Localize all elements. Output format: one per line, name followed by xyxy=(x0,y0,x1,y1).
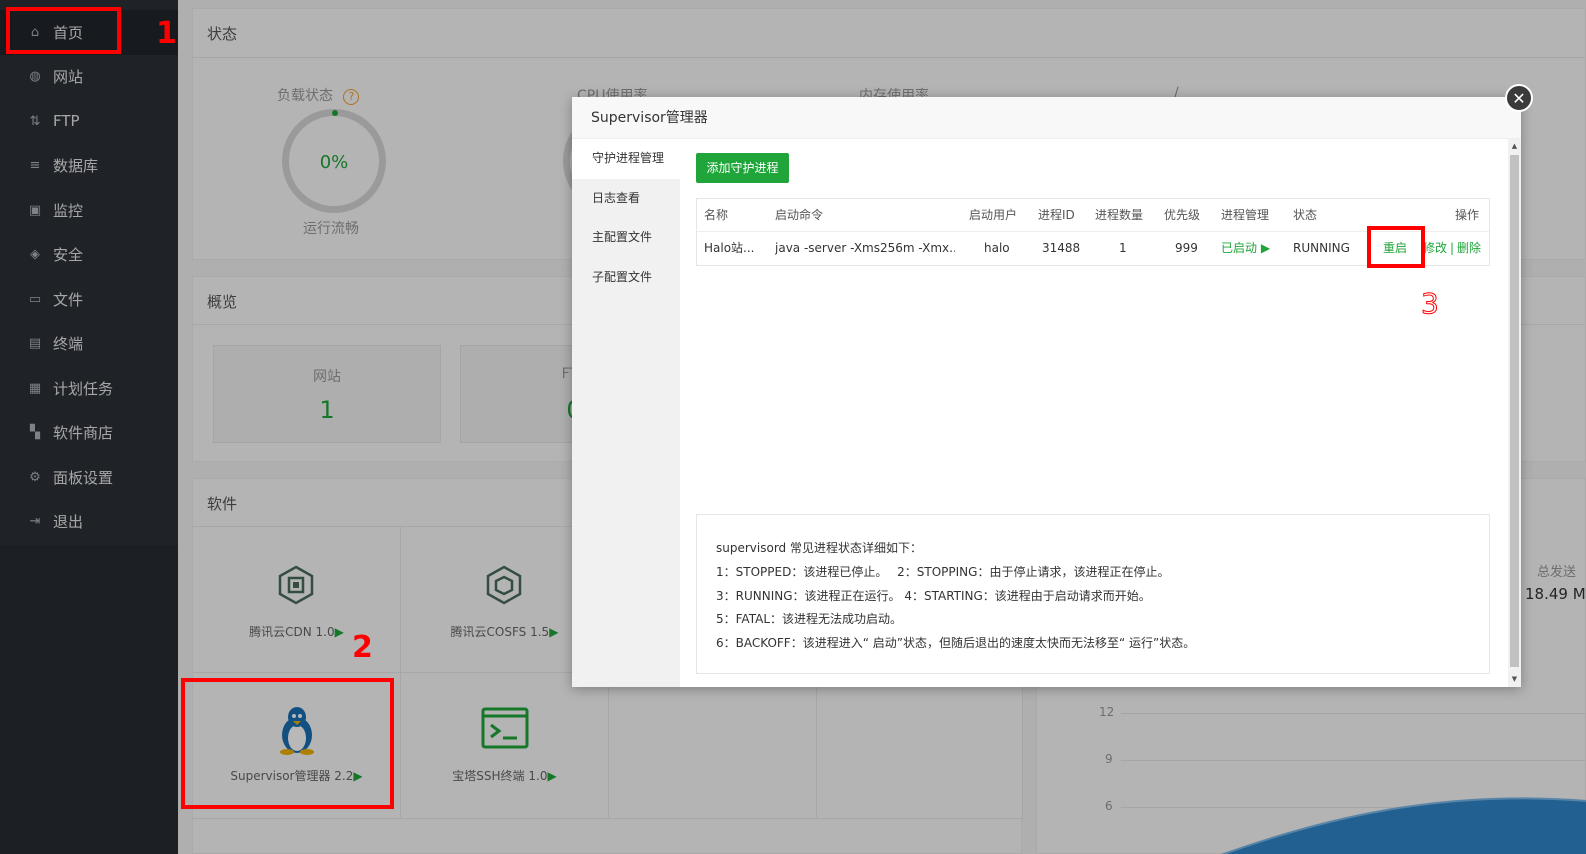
tab-process-manage[interactable]: 守护进程管理 xyxy=(572,139,680,179)
annotation-box-1 xyxy=(6,7,121,54)
column-header: 优先级 xyxy=(1164,208,1201,222)
op-separator: | xyxy=(1450,241,1455,255)
process-status: RUNNING xyxy=(1293,241,1350,255)
annotation-box-2 xyxy=(181,678,394,809)
column-header: 状态 xyxy=(1293,208,1318,222)
column-header: 操作 xyxy=(1455,208,1480,222)
info-line: 6：BACKOFF：该进程进入“ 启动”状态，但随后退出的速度太快而无法移至“ … xyxy=(716,636,1196,651)
column-header: 名称 xyxy=(704,208,729,222)
annotation-number-1: 1 xyxy=(156,16,177,51)
process-priority: 999 xyxy=(1175,241,1198,255)
annotation-box-3 xyxy=(1367,226,1425,268)
process-command: java -server -Xms256m -Xmx... xyxy=(775,241,955,255)
close-icon[interactable]: ✕ xyxy=(1505,84,1533,112)
scroll-up-icon[interactable]: ▲ xyxy=(1510,142,1519,151)
annotation-number-2: 2 xyxy=(352,630,373,665)
tab-log-view[interactable]: 日志查看 xyxy=(572,179,680,219)
scroll-down-icon[interactable]: ▼ xyxy=(1510,675,1519,684)
column-header: 启动命令 xyxy=(775,208,824,222)
column-header: 启动用户 xyxy=(969,208,1018,222)
annotation-number-3: 3 xyxy=(1421,287,1440,321)
column-header: 进程数量 xyxy=(1095,208,1144,222)
edit-link[interactable]: 修改 xyxy=(1423,232,1447,265)
info-heading: supervisord 常见进程状态详细如下： xyxy=(716,541,922,555)
info-line: 3：RUNNING：该进程正在运行。 4：STARTING：该进程由于启动请求而… xyxy=(716,588,1151,603)
column-header: 进程ID xyxy=(1038,208,1075,222)
process-count: 1 xyxy=(1119,241,1127,255)
modal-title: Supervisor管理器 xyxy=(572,97,1521,139)
modal-tabs: 守护进程管理 日志查看 主配置文件 子配置文件 xyxy=(572,139,680,687)
column-header: 进程管理 xyxy=(1221,208,1270,222)
process-pid: 31488 xyxy=(1042,241,1081,255)
info-line: 5：FATAL：该进程无法成功启动。 xyxy=(716,612,903,627)
process-user: halo xyxy=(984,241,1010,255)
add-process-button[interactable]: 添加守护进程 xyxy=(696,153,789,183)
status-info-box: supervisord 常见进程状态详细如下： 1：STOPPED：该进程已停止… xyxy=(696,514,1490,674)
tab-sub-config[interactable]: 子配置文件 xyxy=(572,258,680,298)
scroll-thumb[interactable] xyxy=(1510,155,1519,667)
process-name: Halo站... xyxy=(704,241,755,255)
tab-main-config[interactable]: 主配置文件 xyxy=(572,218,680,258)
supervisor-modal: Supervisor管理器 守护进程管理 日志查看 主配置文件 子配置文件 添加… xyxy=(572,97,1521,687)
modal-scrollbar[interactable]: ▲ ▼ xyxy=(1508,139,1521,687)
info-line: 1：STOPPED：该进程已停止。 2：STOPPING：由于停止请求，该进程正… xyxy=(716,564,1170,579)
delete-link[interactable]: 删除 xyxy=(1457,232,1481,265)
process-manage-toggle[interactable]: 已启动 ▶ xyxy=(1221,232,1270,265)
